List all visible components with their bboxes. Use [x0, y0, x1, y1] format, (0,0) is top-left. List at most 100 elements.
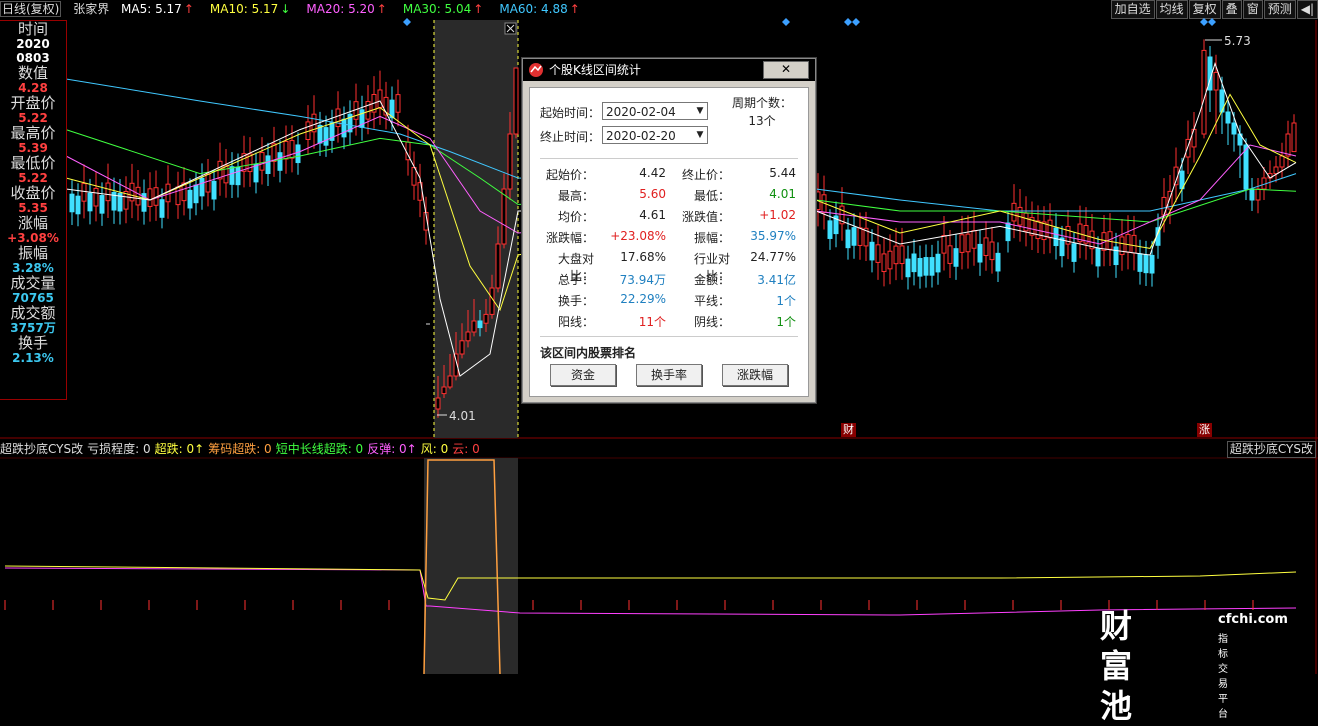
stat-value: +23.08%: [610, 229, 666, 243]
data-window-value: 0803: [16, 51, 50, 65]
data-window-value: 5.22: [18, 111, 48, 125]
event-diamond-icon: [844, 18, 852, 26]
candle-body: [441, 386, 447, 395]
cycle-count-value: 13个: [748, 114, 776, 128]
candle-body: [971, 230, 977, 249]
logo-url: cfchi.com: [1218, 612, 1288, 627]
candle-body: [917, 258, 923, 277]
candle-body: [335, 108, 341, 128]
candle-body: [1005, 222, 1011, 242]
data-window-value: 70765: [12, 291, 54, 305]
candle-body: [501, 188, 507, 245]
stat-value: 73.94万: [619, 273, 666, 287]
selection-band-lower: [424, 458, 518, 674]
candle-body: [977, 243, 983, 263]
candle-body: [477, 320, 483, 329]
stat-label: 阳线：: [557, 315, 594, 329]
candle-body: [995, 252, 1001, 272]
stat-label: 均价：: [557, 210, 594, 224]
candle-body: [229, 166, 235, 185]
candle-body: [211, 180, 217, 200]
rank-change-button[interactable]: 涨跌幅: [722, 364, 788, 386]
indicator-yellow-line: [4, 565, 1297, 601]
candle-body: [495, 243, 501, 289]
dialog-titlebar[interactable]: 个股K线区间统计 ✕: [523, 59, 815, 81]
candle-body: [1273, 166, 1279, 175]
data-window-label: 开盘价: [10, 94, 56, 112]
candle-body: [1071, 243, 1077, 262]
candle-body: [845, 229, 851, 249]
rank-fund-button[interactable]: 资金: [550, 364, 616, 386]
rank-turnover-button[interactable]: 换手率: [636, 364, 702, 386]
logo-text: 财富池: [1100, 607, 1134, 725]
cycle-count-label: 周期个数：: [731, 96, 792, 110]
indicator-legend-item: 亏损程度: 0: [87, 442, 151, 456]
stat-value: 4.61: [639, 208, 666, 222]
candle-body: [471, 320, 477, 333]
event-tag-cai[interactable]: 财: [841, 423, 856, 437]
candle-body: [1231, 122, 1237, 135]
logo-subtitle: 指标交易平台: [1218, 634, 1228, 720]
data-window-value: 2.13%: [12, 351, 54, 365]
stat-value: 35.97%: [750, 229, 796, 243]
candle-body: [295, 144, 301, 164]
indicator-name-button[interactable]: 超跌抄底CYS改: [1226, 441, 1316, 458]
candle-body: [277, 152, 283, 171]
candle-body: [93, 187, 99, 207]
candle-body: [941, 235, 947, 254]
candle-body: [911, 253, 917, 273]
candle-body: [1113, 246, 1119, 266]
candle-body: [887, 250, 893, 270]
candle-body: [483, 313, 489, 324]
data-window-panel: 时间 2020 0803 数值 4.28 开盘价 5.22 最高价 5.39 最低价 5.22 收盘价…: [0, 20, 67, 400]
stat-label: 最高：: [557, 189, 594, 203]
candle-body: [959, 234, 965, 253]
cycle-count-box: 周期个数： 13个: [726, 94, 798, 132]
divider: [540, 158, 798, 159]
candle-body: [507, 133, 513, 190]
data-window-value: 5.22: [18, 171, 48, 185]
stat-value: 11个: [638, 315, 666, 329]
stat-value: +1.02: [759, 208, 796, 222]
event-tag-zhang[interactable]: 涨: [1197, 423, 1212, 437]
candle-body: [465, 331, 471, 342]
candle-body: [905, 258, 911, 278]
stat-value: 17.68%: [620, 250, 666, 264]
start-time-select[interactable]: 2020-02-04 ▼: [602, 102, 708, 120]
end-time-value: 2020-02-20: [606, 129, 676, 143]
candle-body: [965, 233, 971, 253]
candle-body: [159, 199, 165, 218]
candle-body: [205, 173, 211, 193]
data-window-label: 成交额: [10, 304, 56, 322]
candle-body: [447, 375, 453, 388]
candle-body: [235, 166, 241, 186]
end-time-label: 终止时间：: [540, 130, 601, 144]
dialog-title: 个股K线区间统计: [549, 63, 641, 77]
candle-body: [265, 155, 271, 175]
close-button[interactable]: ✕: [763, 61, 809, 79]
candle-body: [989, 241, 995, 261]
indicator-legend-item: 反弹: 0↑: [367, 442, 417, 456]
candle-body: [899, 245, 905, 265]
divider: [540, 336, 798, 337]
candle-body: [1213, 71, 1219, 91]
candle-body: [377, 89, 383, 109]
end-time-select[interactable]: 2020-02-20 ▼: [602, 126, 708, 144]
candle-body: [827, 220, 833, 239]
candle-body: [187, 189, 193, 209]
stat-value: 24.77%: [750, 250, 796, 264]
candle-body: [1285, 133, 1291, 157]
candle-body: [223, 164, 229, 184]
stat-value: 3.41亿: [757, 273, 796, 287]
data-window-label: 最低价: [10, 154, 56, 172]
candle-body: [1143, 254, 1149, 274]
candle-body: [983, 237, 989, 257]
candle-body: [81, 183, 87, 202]
candle-body: [99, 195, 105, 214]
data-window-label: 数值: [17, 64, 48, 82]
event-diamond-icon: [782, 18, 790, 26]
candle-body: [1225, 111, 1231, 124]
candle-body: [923, 257, 929, 276]
candle-body: [953, 248, 959, 267]
candle-body: [1047, 219, 1053, 239]
